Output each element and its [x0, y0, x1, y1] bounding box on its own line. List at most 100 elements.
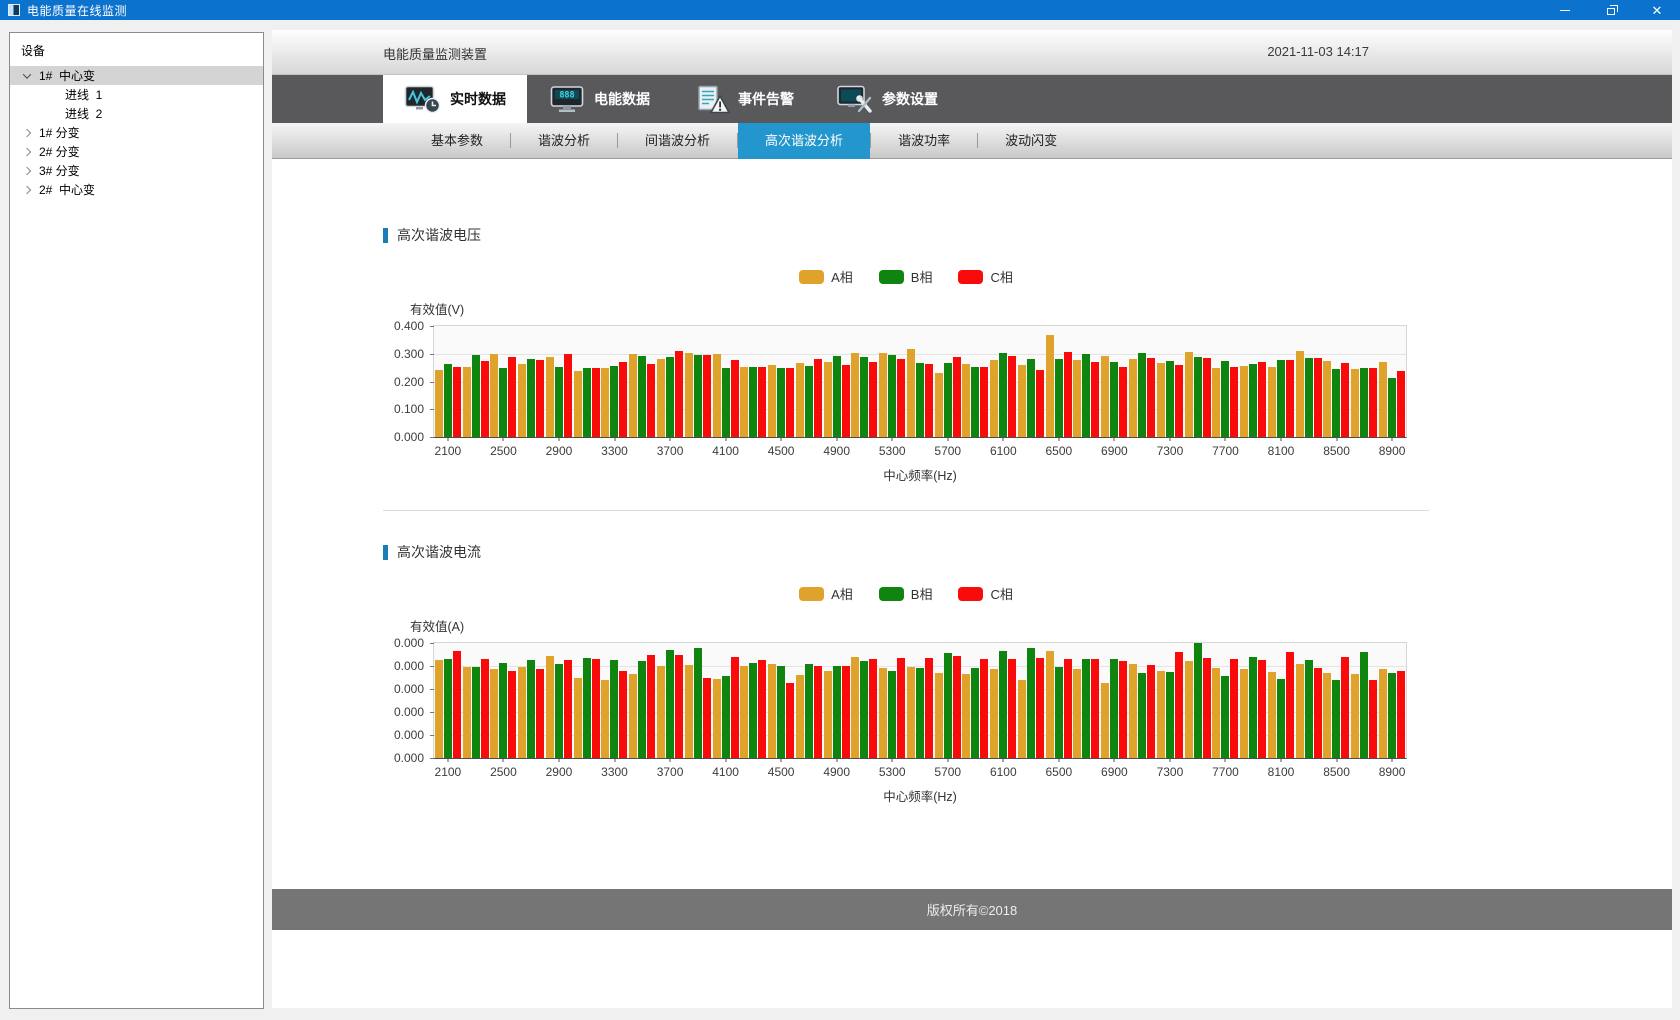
- bar-group-8700: [1350, 326, 1378, 437]
- bar-C相-7300: [1175, 652, 1183, 758]
- bar-C相-4700: [814, 666, 822, 758]
- legend-item-C相[interactable]: C相: [958, 584, 1012, 603]
- bar-group-8300: [1295, 643, 1323, 758]
- tree-item-6[interactable]: 2# 中心变: [10, 180, 263, 199]
- bar-C相-8500: [1341, 657, 1349, 758]
- legend-label: C相: [990, 584, 1012, 603]
- bar-A相-2300: [463, 667, 471, 758]
- y-tick-label: 0.000: [394, 682, 424, 696]
- bar-B相-7700: [1221, 361, 1229, 437]
- subtab-5-波动闪变[interactable]: 波动闪变: [978, 123, 1084, 159]
- bar-A相-4700: [796, 363, 804, 437]
- bar-group-4300: [739, 326, 767, 437]
- bar-B相-4300: [749, 663, 757, 758]
- subtab-3-高次谐波分析[interactable]: 高次谐波分析: [738, 123, 870, 159]
- bar-B相-4700: [805, 366, 813, 437]
- x-tick-label: 4100: [712, 444, 739, 458]
- bar-A相-7700: [1212, 368, 1220, 437]
- close-button[interactable]: ✕: [1634, 0, 1680, 20]
- x-tick-mark: [1392, 758, 1393, 762]
- x-tick-label: 6100: [990, 444, 1017, 458]
- bar-C相-7700: [1230, 367, 1238, 437]
- bar-group-3500: [628, 643, 656, 758]
- chevron-right-icon[interactable]: [23, 147, 31, 155]
- tree-item-2[interactable]: 进线 2: [10, 104, 263, 123]
- bar-C相-6100: [1008, 356, 1016, 437]
- bar-group-4700: [795, 643, 823, 758]
- bar-group-7500: [1184, 643, 1212, 758]
- bar-A相-5700: [935, 673, 943, 758]
- tree-item-5[interactable]: 3# 分变: [10, 161, 263, 180]
- page-title: 电能质量监测装置: [383, 44, 487, 63]
- bar-group-6100: [989, 326, 1017, 437]
- legend-item-A相[interactable]: A相: [799, 267, 853, 286]
- bar-group-4300: [739, 643, 767, 758]
- tree-item-4[interactable]: 2# 分变: [10, 142, 263, 161]
- bar-B相-2300: [472, 355, 480, 437]
- x-tick-label: 6900: [1101, 444, 1128, 458]
- bar-C相-6900: [1119, 367, 1127, 437]
- legend-item-B相[interactable]: B相: [879, 267, 933, 286]
- x-tick-mark: [1003, 758, 1004, 762]
- svg-text:888: 888: [559, 90, 574, 100]
- tab-3-参数设置[interactable]: 参数设置: [815, 75, 959, 123]
- tree-item-3[interactable]: 1# 分变: [10, 123, 263, 142]
- bar-group-4100: [712, 326, 740, 437]
- bar-A相-7100: [1129, 664, 1137, 758]
- bar-group-4900: [823, 643, 851, 758]
- subtab-4-谐波功率[interactable]: 谐波功率: [871, 123, 977, 159]
- chevron-right-icon[interactable]: [23, 128, 31, 136]
- legend-item-A相[interactable]: A相: [799, 584, 853, 603]
- bar-A相-4700: [796, 675, 804, 758]
- chevron-down-icon[interactable]: [23, 70, 31, 78]
- x-tick-label: 7300: [1157, 765, 1184, 779]
- tree-item-1[interactable]: 进线 1: [10, 85, 263, 104]
- restore-button[interactable]: [1588, 0, 1634, 20]
- tab-0-实时数据[interactable]: 实时数据: [383, 75, 527, 123]
- bar-B相-7300: [1166, 672, 1174, 758]
- tree-item-0[interactable]: 1# 中心变: [10, 66, 263, 85]
- chevron-right-icon[interactable]: [23, 185, 31, 193]
- bar-C相-7500: [1203, 658, 1211, 758]
- bar-A相-8900: [1379, 669, 1387, 758]
- x-tick-label: 4500: [768, 444, 795, 458]
- bar-C相-3300: [619, 671, 627, 758]
- subtab-2-间谐波分析[interactable]: 间谐波分析: [618, 123, 737, 159]
- bar-A相-8700: [1351, 674, 1359, 758]
- bar-C相-4500: [786, 368, 794, 437]
- legend-item-C相[interactable]: C相: [958, 267, 1012, 286]
- bar-A相-5500: [907, 667, 915, 758]
- x-tick-mark: [670, 437, 671, 441]
- bar-A相-6900: [1101, 356, 1109, 437]
- minimize-button[interactable]: [1542, 0, 1588, 20]
- bar-A相-2300: [463, 367, 471, 437]
- legend-item-B相[interactable]: B相: [879, 584, 933, 603]
- section-title-text: 高次谐波电压: [397, 225, 481, 245]
- bar-C相-5700: [953, 656, 961, 758]
- bar-group-6300: [1017, 326, 1045, 437]
- tab-1-电能数据[interactable]: 888 电能数据: [527, 75, 671, 123]
- chevron-right-icon[interactable]: [23, 166, 31, 174]
- bar-group-6500: [1045, 643, 1073, 758]
- bar-B相-2100: [444, 659, 452, 758]
- x-tick-mark: [1169, 437, 1170, 441]
- bar-A相-5700: [935, 373, 943, 437]
- bar-A相-3900: [685, 353, 693, 437]
- x-tick-mark: [447, 437, 448, 441]
- bar-B相-5900: [971, 668, 979, 758]
- bar-B相-2700: [527, 660, 535, 758]
- subtab-1-谐波分析[interactable]: 谐波分析: [511, 123, 617, 159]
- bar-A相-5500: [907, 349, 915, 437]
- x-tick-label: 8500: [1323, 765, 1350, 779]
- bar-group-2300: [462, 643, 490, 758]
- subtab-0-基本参数[interactable]: 基本参数: [404, 123, 510, 159]
- tab-2-事件告警[interactable]: 事件告警: [671, 75, 815, 123]
- bar-A相-5900: [962, 364, 970, 437]
- bar-B相-3100: [583, 658, 591, 758]
- x-tick-label: 3300: [601, 765, 628, 779]
- bar-B相-5700: [944, 363, 952, 437]
- bar-C相-5500: [925, 364, 933, 437]
- sub-tabbar: 基本参数谐波分析间谐波分析高次谐波分析谐波功率波动闪变: [272, 123, 1672, 159]
- bar-A相-3700: [657, 666, 665, 758]
- main-tabbar: 实时数据 888 电能数据 事件告警: [272, 75, 1672, 123]
